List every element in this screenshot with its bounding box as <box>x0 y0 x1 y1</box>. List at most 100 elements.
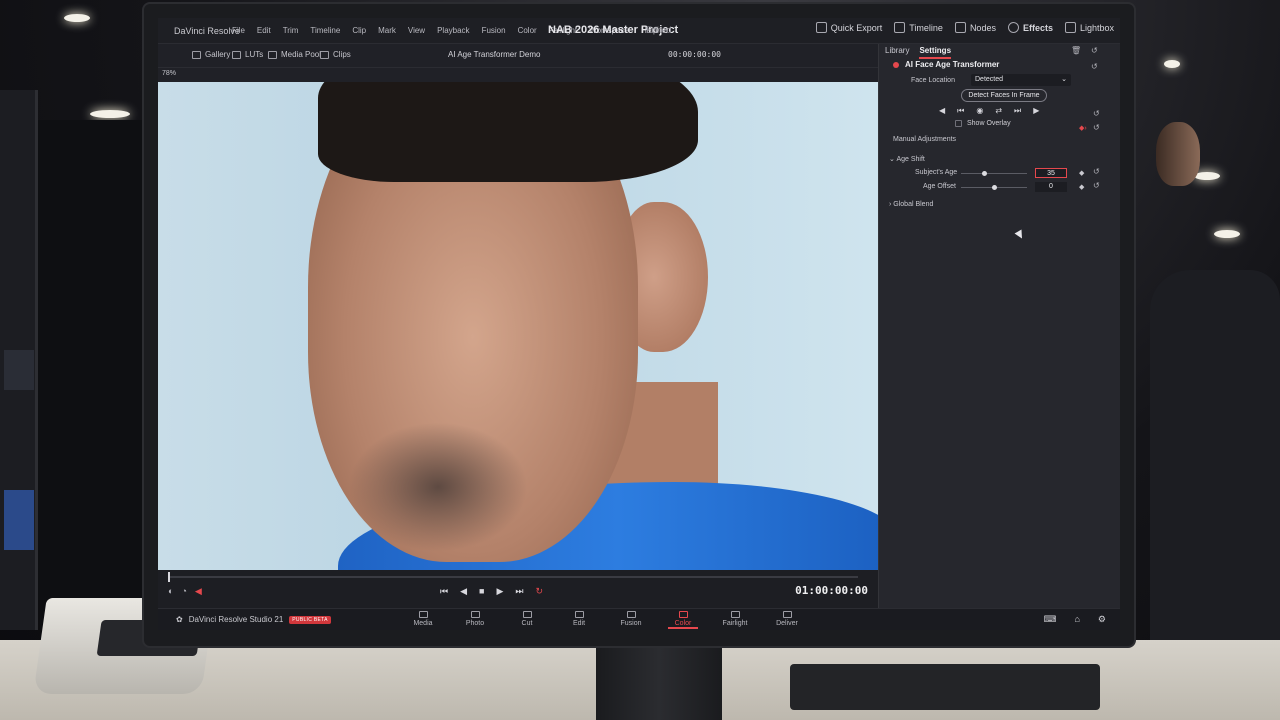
effects-label: Effects <box>1022 22 1053 33</box>
keyframe-icon[interactable]: ◆ <box>1079 183 1084 191</box>
stop-icon[interactable]: ■ <box>479 586 484 597</box>
menu-file[interactable]: File <box>232 26 245 35</box>
effect-title: AI Face Age Transformer <box>905 60 1000 69</box>
ceiling-light <box>1164 60 1180 68</box>
tracking-reset-icon[interactable]: ↺ <box>1093 109 1100 118</box>
quick-export-button[interactable]: Quick Export <box>815 22 883 33</box>
effect-header[interactable]: AI Face Age Transformer <box>893 60 999 69</box>
page-tab-edit[interactable]: Edit <box>564 609 594 629</box>
menu-clip[interactable]: Clip <box>352 26 366 35</box>
panel-tabs: Library Settings <box>885 46 952 59</box>
luts-icon <box>232 50 241 59</box>
scrubber-track[interactable] <box>168 576 858 578</box>
home-icon[interactable]: ⌂ <box>1074 614 1079 625</box>
subjects-age-label: Subject's Age <box>915 169 958 176</box>
lightbox-button[interactable]: Lightbox <box>1064 22 1114 33</box>
tab-settings[interactable]: Settings <box>919 46 952 59</box>
menu-trim[interactable]: Trim <box>283 26 299 35</box>
subjects-age-reset-icon[interactable]: ↺ <box>1093 167 1100 176</box>
clip-title[interactable]: AI Age Transformer Demo <box>448 50 540 59</box>
menu-bar: DaVinci Resolve File Edit Trim Timeline … <box>158 18 1120 57</box>
show-overlay-row[interactable]: Show Overlay <box>955 120 1011 127</box>
media-pool-button[interactable]: Media Pool <box>268 50 321 59</box>
menu-color[interactable]: Color <box>518 26 537 35</box>
subjects-age-knob[interactable] <box>982 171 988 176</box>
page-tab-label: Deliver <box>776 620 798 627</box>
play-icon[interactable]: ▶ <box>496 586 503 597</box>
effects-button[interactable]: Effects <box>1007 22 1053 33</box>
track-frame-icon[interactable]: ◉ <box>976 106 983 116</box>
menu-edit[interactable]: Edit <box>257 26 271 35</box>
viewer-timecode[interactable]: 00:00:00:00 <box>668 50 721 59</box>
keyframe-icon[interactable]: ◆ <box>1079 169 1084 177</box>
keyboard-icon[interactable]: ⌨ <box>1043 614 1056 625</box>
gallery-button[interactable]: Gallery <box>192 50 230 59</box>
menu-view[interactable]: View <box>408 26 425 35</box>
viewer[interactable] <box>158 82 878 570</box>
play-reverse-icon[interactable]: ◀ <box>460 586 467 597</box>
page-tab-deliver[interactable]: Deliver <box>772 609 802 629</box>
subjects-age-slider[interactable] <box>961 173 1027 174</box>
subject-hair <box>318 82 698 182</box>
audio-icon[interactable]: ◔ <box>181 586 186 597</box>
app-name[interactable]: DaVinci Resolve <box>174 26 240 36</box>
page-tab-photo[interactable]: Photo <box>460 609 490 629</box>
stand-base <box>790 664 1100 710</box>
quick-export-label: Quick Export <box>830 22 883 33</box>
resolve-window: DaVinci Resolve File Edit Trim Timeline … <box>158 18 1120 630</box>
page-tab-fusion[interactable]: Fusion <box>616 609 646 629</box>
ceiling-light <box>90 110 130 118</box>
timeline-button[interactable]: Timeline <box>894 22 943 33</box>
track-both-icon[interactable]: ⇄ <box>995 106 1002 116</box>
track-forward-step-icon[interactable]: ⏭ <box>1014 106 1021 116</box>
age-offset-knob[interactable] <box>992 185 997 190</box>
track-forward-icon[interactable]: ▶ <box>1033 106 1039 116</box>
page-tab-label: Photo <box>465 620 485 627</box>
menu-fusion[interactable]: Fusion <box>482 26 506 35</box>
playhead[interactable] <box>168 572 170 582</box>
page-tab-color[interactable]: Color <box>668 609 698 629</box>
luts-button[interactable]: LUTs <box>232 50 263 59</box>
viewer-mode-icon[interactable]: ◐ <box>168 586 173 597</box>
mute-icon[interactable]: ◀ <box>195 586 202 597</box>
clips-icon <box>320 50 329 59</box>
clips-button[interactable]: Clips <box>320 50 351 59</box>
track-reverse-step-icon[interactable]: ⏮ <box>957 106 964 116</box>
reset-icon[interactable]: ↺ <box>1091 46 1098 55</box>
effect-enabled-icon[interactable] <box>893 61 899 68</box>
zoom-level[interactable]: 78% <box>162 70 176 77</box>
tracking-controls: ◀ ⏮ ◉ ⇄ ⏭ ▶ <box>939 106 1039 116</box>
face-location-dropdown[interactable]: Detected ⌄ <box>971 74 1071 86</box>
settings-icon[interactable]: ⚙ <box>1098 614 1106 625</box>
effect-reset-icon[interactable]: ↺ <box>1091 62 1098 71</box>
page-tab-fairlight[interactable]: Fairlight <box>720 609 750 629</box>
tab-library[interactable]: Library <box>885 46 909 59</box>
age-offset-input[interactable]: 0 <box>1035 182 1067 192</box>
bystander-head <box>1156 122 1200 186</box>
trash-icon[interactable]: 🗑 <box>1071 46 1081 55</box>
age-shift-header[interactable]: ⌄ Age Shift <box>889 155 925 163</box>
go-to-end-icon[interactable]: ⏭ <box>515 586 523 597</box>
age-offset-reset-icon[interactable]: ↺ <box>1093 181 1100 190</box>
menu-playback[interactable]: Playback <box>437 26 469 35</box>
page-tab-cut[interactable]: Cut <box>512 609 542 629</box>
scope-strip <box>4 350 34 390</box>
loop-icon[interactable]: ↻ <box>536 586 544 597</box>
keyframe-icon[interactable]: ◆› <box>1079 124 1087 132</box>
global-blend-header[interactable]: › Global Blend <box>889 201 933 208</box>
track-backward-icon[interactable]: ◀ <box>939 106 945 116</box>
global-blend-label: Global Blend <box>893 201 934 208</box>
timeline-timecode: 01:00:00:00 <box>795 584 868 597</box>
nodes-button[interactable]: Nodes <box>954 22 996 33</box>
go-to-start-icon[interactable]: ⏮ <box>440 586 448 597</box>
overlay-reset-icon[interactable]: ↺ <box>1093 123 1100 132</box>
subjects-age-input[interactable]: 35 <box>1035 168 1067 178</box>
menu-timeline[interactable]: Timeline <box>310 26 340 35</box>
media-page-icon <box>418 611 428 618</box>
menu-mark[interactable]: Mark <box>378 26 396 35</box>
detect-faces-button[interactable]: Detect Faces In Frame <box>961 89 1047 102</box>
page-tab-media[interactable]: Media <box>408 609 438 629</box>
face-location-value: Detected <box>975 76 1004 83</box>
show-overlay-checkbox[interactable] <box>955 120 962 127</box>
export-icon <box>815 22 827 33</box>
